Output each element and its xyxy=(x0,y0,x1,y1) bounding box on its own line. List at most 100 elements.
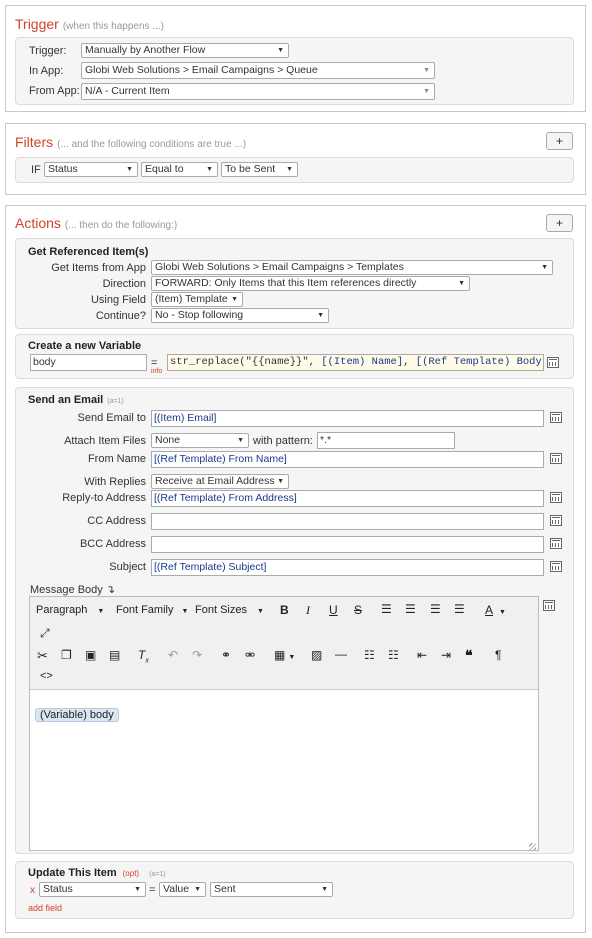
underline-button[interactable]: U xyxy=(329,603,338,617)
align-justify-icon[interactable]: ☰ xyxy=(454,602,465,616)
text-color-icon[interactable]: A ▼ xyxy=(485,603,506,617)
continue-value: No - Stop following xyxy=(155,309,244,321)
redo-icon[interactable]: ↷ xyxy=(192,648,202,662)
with-replies-select[interactable]: Receive at Email Address ▼ xyxy=(151,474,289,489)
calculator-icon[interactable] xyxy=(550,538,562,549)
chevron-down-icon: ▼ xyxy=(317,312,324,319)
send-email-title-text: Send an Email xyxy=(28,394,104,406)
calculator-icon[interactable] xyxy=(550,453,562,464)
from-name-input[interactable]: [(Ref Template) From Name] xyxy=(151,451,544,468)
message-body-editor[interactable]: Paragraph ▼ Font Family ▼ Font Sizes ▼ B I … xyxy=(29,596,539,851)
send-to-input[interactable]: [(Item) Email] xyxy=(151,410,544,427)
message-body-label-text: Message Body xyxy=(30,584,103,596)
trigger-label: Trigger: xyxy=(29,45,67,57)
body-variable-token[interactable]: (Variable) body xyxy=(35,708,119,722)
add-filter-button[interactable]: + xyxy=(546,132,573,150)
remove-field-icon[interactable]: x xyxy=(30,885,35,896)
in-app-select[interactable]: Globi Web Solutions > Email Campaigns > … xyxy=(81,62,435,79)
table-icon[interactable]: ▦ ▼ xyxy=(274,648,295,662)
filter-value-value: To be Sent xyxy=(225,163,276,175)
pattern-input[interactable]: *.* xyxy=(317,432,455,449)
direction-label: Direction xyxy=(102,278,146,290)
resize-handle-icon[interactable] xyxy=(529,843,536,850)
align-left-icon[interactable]: ☰ xyxy=(381,602,392,616)
indent-icon[interactable]: ⇥ xyxy=(441,648,451,662)
variable-name-input[interactable]: body xyxy=(30,354,147,371)
image-icon[interactable]: ▨ xyxy=(311,648,322,662)
font-family-dropdown[interactable]: Font Family ▼ xyxy=(116,604,188,616)
add-action-button[interactable]: + xyxy=(546,214,573,232)
expr-token-ref-body: [(Ref Template) Body] xyxy=(415,356,544,368)
expr-sep: , xyxy=(403,356,416,368)
using-field-select[interactable]: (Item) Template ▼ xyxy=(151,292,243,307)
filters-subtitle: (... and the following conditions are tr… xyxy=(57,139,247,150)
message-body-marker: ↴ xyxy=(105,584,116,596)
cut-icon[interactable]: ✂ xyxy=(37,648,48,664)
variable-expression-input[interactable]: str_replace("{{name}}", [(Item) Name], [… xyxy=(167,354,544,371)
cc-input[interactable] xyxy=(151,513,544,530)
attach-files-select[interactable]: None ▼ xyxy=(151,433,249,448)
add-field-link[interactable]: add field xyxy=(28,903,62,913)
chevron-down-icon: ▼ xyxy=(423,67,430,74)
update-type-select[interactable]: Value ▼ xyxy=(159,882,206,897)
continue-select[interactable]: No - Stop following ▼ xyxy=(151,308,329,323)
subject-input[interactable]: [(Ref Template) Subject] xyxy=(151,559,544,576)
from-name-token: [(Ref Template) From Name] xyxy=(154,453,287,465)
filter-field-select[interactable]: Status ▼ xyxy=(44,162,138,177)
calculator-icon[interactable] xyxy=(547,357,559,368)
using-field-label: Using Field xyxy=(90,294,146,306)
from-name-label: From Name xyxy=(87,453,146,465)
message-body-label: Message Body ↴ xyxy=(30,583,115,596)
font-sizes-dropdown[interactable]: Font Sizes ▼ xyxy=(195,604,264,616)
chevron-down-icon: ▼ xyxy=(277,47,284,54)
copy-icon[interactable]: ❐ xyxy=(61,648,72,662)
horizontal-rule-icon[interactable]: — xyxy=(335,647,347,661)
link-icon[interactable]: ⚭ xyxy=(221,648,231,662)
undo-icon[interactable]: ↶ xyxy=(168,648,178,662)
update-value-select[interactable]: Sent ▼ xyxy=(210,882,333,897)
bullet-list-icon[interactable]: ☷ xyxy=(364,648,375,662)
chevron-down-icon: ▼ xyxy=(458,280,465,287)
clear-formatting-icon[interactable]: Tx xyxy=(138,648,149,664)
bcc-input[interactable] xyxy=(151,536,544,553)
filter-field-value: Status xyxy=(48,163,78,175)
strikethrough-button[interactable]: S xyxy=(354,603,362,617)
align-center-icon[interactable]: ☰ xyxy=(405,602,416,616)
unlink-icon[interactable]: ⚮ xyxy=(245,648,255,662)
paste-text-icon[interactable]: ▤ xyxy=(109,648,120,662)
outdent-icon[interactable]: ⇤ xyxy=(417,648,427,662)
reply-to-input[interactable]: [(Ref Template) From Address] xyxy=(151,490,544,507)
filters-title: Filters (... and the following conditions… xyxy=(15,134,246,150)
chevron-down-icon: ▼ xyxy=(541,264,548,271)
chevron-down-icon: ▼ xyxy=(321,886,328,893)
calculator-icon[interactable] xyxy=(550,515,562,526)
attach-files-value: None xyxy=(155,434,181,446)
filter-operator-select[interactable]: Equal to ▼ xyxy=(141,162,218,177)
trigger-select[interactable]: Manually by Another Flow ▼ xyxy=(81,43,289,58)
calculator-icon[interactable] xyxy=(550,412,562,423)
calculator-icon[interactable] xyxy=(550,561,562,572)
direction-select[interactable]: FORWARD: Only Items that this Item refer… xyxy=(151,276,470,291)
blockquote-icon[interactable]: ❝ xyxy=(465,647,473,664)
calculator-icon[interactable] xyxy=(543,600,555,611)
bold-button[interactable]: B xyxy=(280,603,289,617)
chevron-down-icon: ▼ xyxy=(423,88,430,95)
numbered-list-icon[interactable]: ☷ xyxy=(388,648,399,662)
send-to-token: [(Item) Email] xyxy=(154,412,217,424)
from-app-select[interactable]: N/A - Current Item ▼ xyxy=(81,83,435,100)
paragraph-mark-icon[interactable]: ¶ xyxy=(495,648,501,662)
source-code-icon[interactable]: <> xyxy=(40,670,53,682)
fullscreen-icon[interactable]: ⤢ xyxy=(40,626,50,641)
paragraph-dropdown[interactable]: Paragraph ▼ xyxy=(36,604,104,616)
italic-button[interactable]: I xyxy=(306,603,310,618)
get-items-select[interactable]: Globi Web Solutions > Email Campaigns > … xyxy=(151,260,553,275)
chevron-down-icon: ▼ xyxy=(231,296,238,303)
calculator-icon[interactable] xyxy=(550,492,562,503)
info-link[interactable]: info xyxy=(151,368,162,375)
align-right-icon[interactable]: ☰ xyxy=(430,602,441,616)
paste-icon[interactable]: ▣ xyxy=(85,648,96,662)
filter-value-select[interactable]: To be Sent ▼ xyxy=(221,162,298,177)
update-equals-sign: = xyxy=(149,884,156,896)
update-field-select[interactable]: Status ▼ xyxy=(39,882,146,897)
trigger-title-text: Trigger xyxy=(15,16,59,32)
